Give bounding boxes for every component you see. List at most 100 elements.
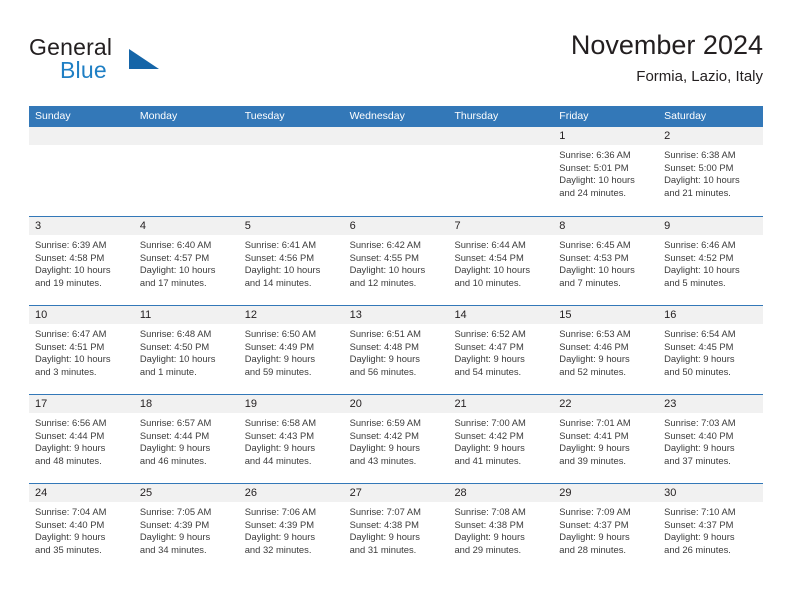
day-number: 1 <box>553 127 659 145</box>
day-cell[interactable]: 9 Sunrise: 6:46 AM Sunset: 4:52 PM Daylight… <box>658 217 764 305</box>
day-cell[interactable]: 14 Sunrise: 6:52 AM Sunset: 4:47 PM Dayligh… <box>448 306 554 394</box>
daylight-text-line2: and 5 minutes. <box>664 276 726 288</box>
sunset-text: Sunset: 4:44 PM <box>35 429 105 441</box>
daylight-text-line1: Daylight: 10 hours <box>559 174 635 186</box>
day-cell[interactable]: 1 Sunrise: 6:36 AM Sunset: 5:01 PM Daylight… <box>553 127 659 216</box>
daylight-text-line2: and 44 minutes. <box>244 454 312 466</box>
sunrise-text: Sunrise: 6:52 AM <box>454 328 526 339</box>
day-cell[interactable]: 19 Sunrise: 6:58 AM Sunset: 4:43 PM Dayligh… <box>238 395 344 483</box>
sunset-text: Sunset: 4:38 PM <box>454 518 524 530</box>
day-cell[interactable]: 23 Sunrise: 7:03 AM Sunset: 4:40 PM Dayligh… <box>658 395 764 483</box>
day-cell[interactable]: 28 Sunrise: 7:08 AM Sunset: 4:38 PM Dayligh… <box>448 484 554 572</box>
day-info: Sunrise: 6:46 AM Sunset: 4:52 PM Daylight:… <box>658 235 763 289</box>
day-number: 9 <box>658 217 764 235</box>
day-cell[interactable]: 3 Sunrise: 6:39 AM Sunset: 4:58 PM Daylight… <box>29 217 134 305</box>
daylight-text-line1: Daylight: 9 hours <box>349 531 420 543</box>
day-info: Sunrise: 6:40 AM Sunset: 4:57 PM Daylight:… <box>134 235 239 289</box>
day-cell[interactable]: 24 Sunrise: 7:04 AM Sunset: 4:40 PM Dayligh… <box>29 484 134 572</box>
title-block: November 2024 Formia, Lazio, Italy <box>571 28 763 88</box>
daylight-text-line2: and 24 minutes. <box>559 186 627 198</box>
sunrise-text: Sunrise: 6:59 AM <box>349 417 421 428</box>
daylight-text-line1: Daylight: 9 hours <box>454 442 525 454</box>
day-cell[interactable]: 18 Sunrise: 6:57 AM Sunset: 4:44 PM Dayligh… <box>133 395 239 483</box>
daylight-text-line1: Daylight: 9 hours <box>664 531 735 543</box>
day-info: Sunrise: 6:56 AM Sunset: 4:44 PM Daylight:… <box>29 413 134 467</box>
day-info: Sunrise: 6:47 AM Sunset: 4:51 PM Daylight:… <box>29 324 134 378</box>
day-cell[interactable]: 21 Sunrise: 7:00 AM Sunset: 4:42 PM Dayligh… <box>448 395 554 483</box>
day-cell[interactable]: 25 Sunrise: 7:05 AM Sunset: 4:39 PM Dayligh… <box>133 484 239 572</box>
daylight-text-line1: Daylight: 10 hours <box>454 264 531 276</box>
daylight-text-line1: Daylight: 9 hours <box>35 531 106 543</box>
sunset-text: Sunset: 4:48 PM <box>349 340 419 352</box>
day-cell[interactable]: 10 Sunrise: 6:47 AM Sunset: 4:51 PM Dayligh… <box>29 306 134 394</box>
day-cell[interactable]: 15 Sunrise: 6:53 AM Sunset: 4:46 PM Dayligh… <box>553 306 659 394</box>
triangle-logo-icon <box>129 49 159 69</box>
daylight-text-line1: Daylight: 9 hours <box>244 442 316 454</box>
page-subtitle: Formia, Lazio, Italy <box>636 68 763 85</box>
day-cell[interactable]: 2 Sunrise: 6:38 AM Sunset: 5:00 PM Daylight… <box>658 127 764 216</box>
day-cell[interactable]: 13 Sunrise: 6:51 AM Sunset: 4:48 PM Dayligh… <box>343 306 449 394</box>
day-info: Sunrise: 6:51 AM Sunset: 4:48 PM Daylight:… <box>344 324 449 378</box>
daylight-text-line2: and 21 minutes. <box>664 186 731 198</box>
sunrise-text: Sunrise: 6:50 AM <box>244 328 317 339</box>
day-info: Sunrise: 6:45 AM Sunset: 4:53 PM Daylight:… <box>553 235 658 289</box>
sunrise-text: Sunrise: 6:40 AM <box>139 239 212 250</box>
day-cell[interactable]: 22 Sunrise: 7:01 AM Sunset: 4:41 PM Dayligh… <box>553 395 659 483</box>
sunrise-text: Sunrise: 7:06 AM <box>244 506 317 517</box>
sunrise-text: Sunrise: 6:48 AM <box>139 328 212 339</box>
daylight-text-line2: and 19 minutes. <box>35 276 102 288</box>
day-info: Sunrise: 7:00 AM Sunset: 4:42 PM Daylight:… <box>448 413 553 467</box>
day-cell[interactable]: 27 Sunrise: 7:07 AM Sunset: 4:38 PM Dayligh… <box>343 484 449 572</box>
daylight-text-line1: Daylight: 9 hours <box>139 531 211 543</box>
daylight-text-line1: Daylight: 10 hours <box>244 264 321 276</box>
brand-logo[interactable]: General Blue <box>29 34 219 90</box>
weeks-container: 1 Sunrise: 6:36 AM Sunset: 5:01 PM Daylight… <box>29 127 764 572</box>
daylight-text-line2: and 14 minutes. <box>244 276 312 288</box>
day-number: 5 <box>238 217 344 235</box>
sunset-text: Sunset: 5:00 PM <box>664 161 734 173</box>
day-info: Sunrise: 7:07 AM Sunset: 4:38 PM Daylight:… <box>344 502 449 556</box>
daylight-text-line1: Daylight: 9 hours <box>244 531 316 543</box>
day-cell[interactable]: 7 Sunrise: 6:44 AM Sunset: 4:54 PM Daylight… <box>448 217 554 305</box>
day-cell[interactable]: 6 Sunrise: 6:42 AM Sunset: 4:55 PM Daylight… <box>343 217 449 305</box>
daylight-text-line2: and 12 minutes. <box>349 276 417 288</box>
day-cell[interactable]: 12 Sunrise: 6:50 AM Sunset: 4:49 PM Dayligh… <box>238 306 344 394</box>
day-cell[interactable]: 8 Sunrise: 6:45 AM Sunset: 4:53 PM Daylight… <box>553 217 659 305</box>
calendar-grid: Sunday Monday Tuesday Wednesday Thursday… <box>29 106 764 572</box>
day-number: 15 <box>553 306 659 324</box>
day-number: 14 <box>448 306 554 324</box>
sunrise-text: Sunrise: 6:41 AM <box>244 239 317 250</box>
day-cell[interactable]: 16 Sunrise: 6:54 AM Sunset: 4:45 PM Dayligh… <box>658 306 764 394</box>
day-info: Sunrise: 6:44 AM Sunset: 4:54 PM Daylight:… <box>448 235 553 289</box>
day-cell[interactable]: 20 Sunrise: 6:59 AM Sunset: 4:42 PM Dayligh… <box>343 395 449 483</box>
weekday-header-friday: Friday <box>559 110 589 122</box>
day-info: Sunrise: 6:48 AM Sunset: 4:50 PM Daylight:… <box>134 324 239 378</box>
daylight-text-line1: Daylight: 9 hours <box>139 442 211 454</box>
day-info: Sunrise: 7:03 AM Sunset: 4:40 PM Daylight:… <box>658 413 763 467</box>
daylight-text-line1: Daylight: 10 hours <box>139 353 216 365</box>
day-info: Sunrise: 6:53 AM Sunset: 4:46 PM Daylight:… <box>553 324 658 378</box>
daylight-text-line2: and 41 minutes. <box>454 454 522 466</box>
page-header: General Blue November 2024 Formia, Lazio… <box>29 28 763 100</box>
daylight-text-line2: and 46 minutes. <box>139 454 207 466</box>
sunrise-text: Sunrise: 7:03 AM <box>664 417 736 428</box>
daylight-text-line2: and 52 minutes. <box>559 365 627 377</box>
day-cell[interactable]: 30 Sunrise: 7:10 AM Sunset: 4:37 PM Dayligh… <box>658 484 764 572</box>
day-cell[interactable]: 5 Sunrise: 6:41 AM Sunset: 4:56 PM Daylight… <box>238 217 344 305</box>
daylight-text-line2: and 37 minutes. <box>664 454 731 466</box>
daylight-text-line2: and 29 minutes. <box>454 543 522 555</box>
day-cell[interactable]: 29 Sunrise: 7:09 AM Sunset: 4:37 PM Dayligh… <box>553 484 659 572</box>
daylight-text-line2: and 7 minutes. <box>559 276 621 288</box>
day-cell[interactable]: 26 Sunrise: 7:06 AM Sunset: 4:39 PM Dayligh… <box>238 484 344 572</box>
sunset-text: Sunset: 4:46 PM <box>559 340 629 352</box>
day-cell[interactable]: 11 Sunrise: 6:48 AM Sunset: 4:50 PM Dayligh… <box>133 306 239 394</box>
sunrise-text: Sunrise: 6:38 AM <box>664 149 736 160</box>
day-cell[interactable]: 17 Sunrise: 6:56 AM Sunset: 4:44 PM Dayligh… <box>29 395 134 483</box>
day-info: Sunrise: 7:01 AM Sunset: 4:41 PM Daylight:… <box>553 413 658 467</box>
page-title: November 2024 <box>570 30 763 60</box>
week-row: 10 Sunrise: 6:47 AM Sunset: 4:51 PM Dayligh… <box>29 305 764 394</box>
weekday-header-row: Sunday Monday Tuesday Wednesday Thursday… <box>29 106 763 127</box>
day-cell[interactable]: 4 Sunrise: 6:40 AM Sunset: 4:57 PM Daylight… <box>133 217 239 305</box>
sunrise-text: Sunrise: 6:44 AM <box>454 239 526 250</box>
week-row: 17 Sunrise: 6:56 AM Sunset: 4:44 PM Dayligh… <box>29 394 764 483</box>
